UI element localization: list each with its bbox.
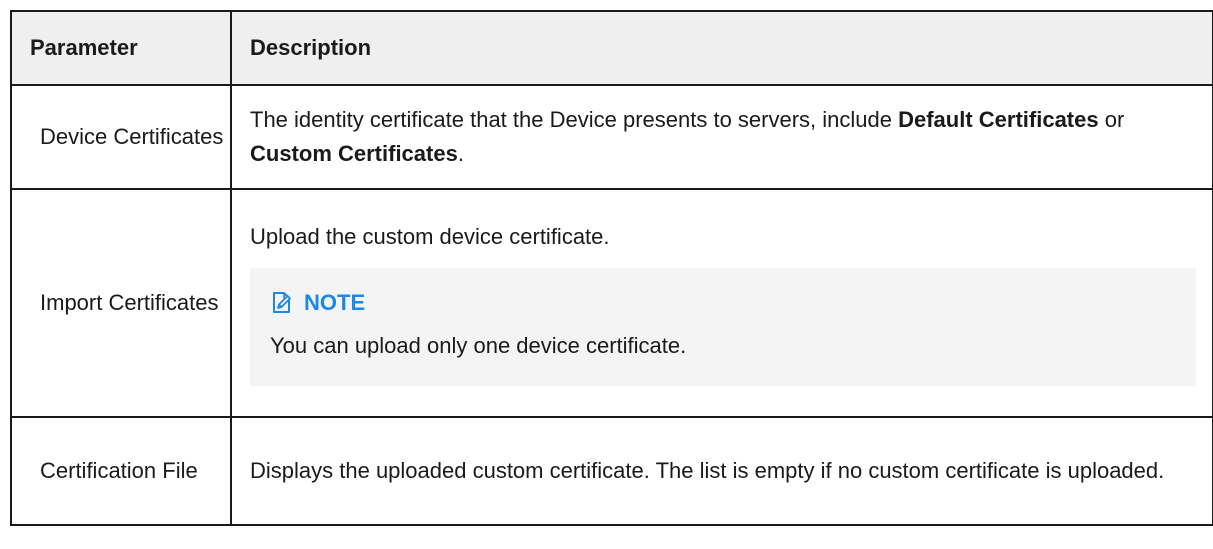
- table-row: Device Certificates The identity certifi…: [10, 84, 1213, 190]
- table-header-row: Parameter Description: [10, 10, 1213, 86]
- parameter-cell: Import Certificates: [10, 188, 232, 418]
- parameter-cell: Device Certificates: [10, 84, 232, 190]
- description-cell: Displays the uploaded custom certificate…: [230, 416, 1213, 526]
- description-text: Upload the custom device certificate.: [250, 224, 610, 249]
- note-header: NOTE: [270, 288, 1196, 318]
- bold-term: Custom Certificates: [250, 141, 458, 166]
- parameter-table: Parameter Description Device Certificate…: [10, 10, 1213, 526]
- table-row: Certification File Displays the uploaded…: [10, 416, 1213, 526]
- note-text: You can upload only one device certifica…: [270, 333, 687, 358]
- bold-term: Default Certificates: [898, 107, 1099, 132]
- description-text: or: [1098, 107, 1125, 132]
- note-title: NOTE: [304, 290, 366, 315]
- description-text: The identity certificate that the Device…: [250, 107, 899, 132]
- note-box: NOTE You can upload only one device cert…: [250, 268, 1196, 386]
- note-edit-icon: [270, 291, 294, 315]
- parameter-cell: Certification File: [10, 416, 232, 526]
- description-column-header: Description: [230, 10, 1213, 86]
- description-text: .: [457, 141, 464, 166]
- description-cell: The identity certificate that the Device…: [230, 84, 1213, 190]
- description-cell: Upload the custom device certificate. NO…: [230, 188, 1213, 418]
- table-row: Import Certificates Upload the custom de…: [10, 188, 1213, 418]
- parameter-column-header: Parameter: [10, 10, 232, 86]
